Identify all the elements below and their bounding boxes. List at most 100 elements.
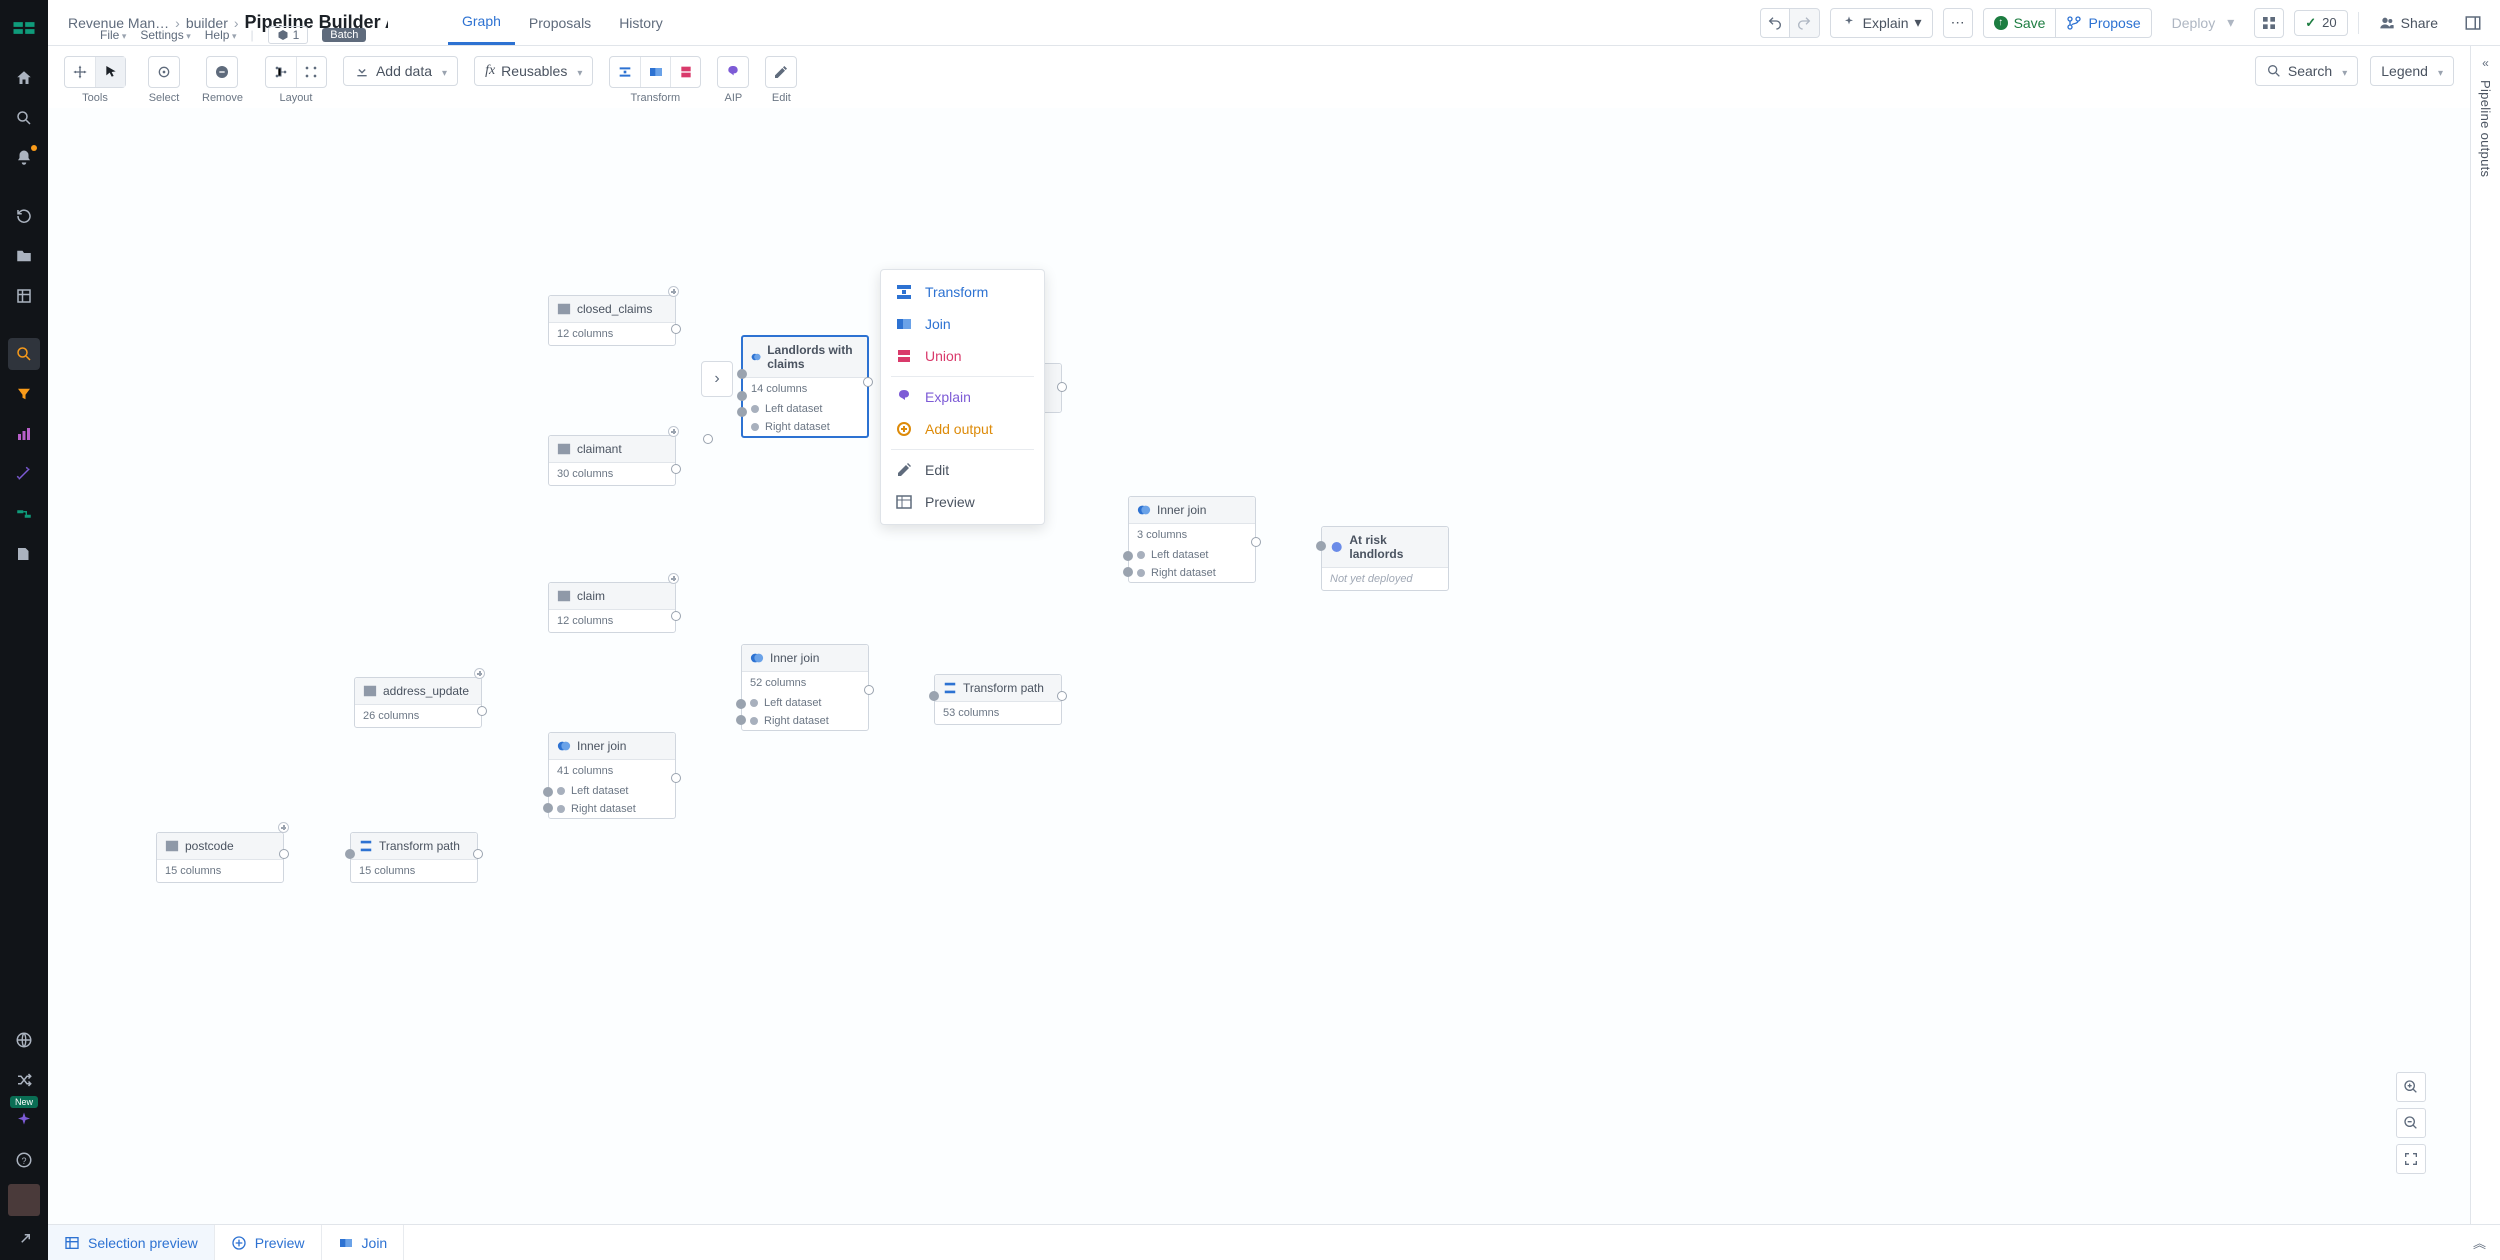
menu-file[interactable]: File xyxy=(100,28,126,42)
rail-folder-icon[interactable] xyxy=(8,240,40,272)
propose-button[interactable]: Propose xyxy=(2056,8,2151,38)
search-button[interactable]: Search xyxy=(2255,56,2358,86)
download-icon xyxy=(354,63,370,79)
bottom-tab-preview[interactable]: Preview xyxy=(215,1225,322,1260)
legend-button[interactable]: Legend xyxy=(2370,56,2454,86)
zoom-fit-button[interactable] xyxy=(2396,1144,2426,1174)
aip-button[interactable] xyxy=(718,57,748,87)
left-rail: New ? xyxy=(0,0,48,1260)
menu-edit[interactable]: Edit xyxy=(881,454,1044,486)
rail-home-icon[interactable] xyxy=(8,62,40,94)
rail-search-icon[interactable] xyxy=(8,102,40,134)
node-postcode[interactable]: postcode 15 columns xyxy=(156,832,284,883)
rail-history-icon[interactable] xyxy=(8,200,40,232)
tool-label-aip: AIP xyxy=(724,92,742,104)
bottom-tab-join[interactable]: Join xyxy=(322,1225,405,1260)
collapse-handle[interactable] xyxy=(668,573,679,584)
tool-remove[interactable] xyxy=(207,57,237,87)
rail-docs-icon[interactable] xyxy=(8,538,40,570)
collapse-handle[interactable] xyxy=(668,286,679,297)
node-at-risk-landlords[interactable]: At risk landlords Not yet deployed xyxy=(1321,526,1449,591)
search-icon xyxy=(2266,63,2282,79)
edit-button[interactable] xyxy=(766,57,796,87)
upload-icon: ↑ xyxy=(1994,16,2008,30)
batch-badge: Batch xyxy=(322,28,366,42)
deploy-button[interactable]: Deploy ▾ xyxy=(2162,8,2245,38)
grid-button[interactable] xyxy=(2254,8,2284,38)
tool-pan[interactable] xyxy=(65,57,95,87)
save-button[interactable]: ↑ Save xyxy=(1983,8,2057,38)
zoom-in-button[interactable] xyxy=(2396,1072,2426,1102)
tool-layout-grid[interactable] xyxy=(296,57,326,87)
rail-filter-icon[interactable] xyxy=(8,378,40,410)
check-icon: ✓ xyxy=(2305,15,2316,31)
redo-button[interactable] xyxy=(1790,8,1820,38)
rail-help-icon[interactable]: ? xyxy=(8,1144,40,1176)
rail-chart-icon[interactable] xyxy=(8,418,40,450)
share-button[interactable]: Share xyxy=(2369,8,2448,38)
rail-popout-icon[interactable] xyxy=(8,1224,40,1256)
tool-label-layout: Layout xyxy=(279,92,312,104)
transform-icon-button[interactable] xyxy=(610,57,640,87)
port[interactable] xyxy=(703,434,713,444)
rail-wand-icon[interactable] xyxy=(8,458,40,490)
rail-dataset-icon[interactable] xyxy=(8,280,40,312)
rail-avatar[interactable] xyxy=(8,1184,40,1216)
reusables-button[interactable]: fx Reusables xyxy=(474,56,593,86)
union-icon-button[interactable] xyxy=(670,57,700,87)
collapse-handle[interactable] xyxy=(474,668,485,679)
rail-notifications-icon[interactable] xyxy=(8,142,40,174)
canvas[interactable]: closed_claims 12 columns claimant 30 col… xyxy=(48,108,2470,1224)
node-address-update[interactable]: address_update 26 columns xyxy=(354,677,482,728)
explain-button[interactable]: Explain ▾ xyxy=(1830,8,1933,38)
menu-add-output[interactable]: Add output xyxy=(881,413,1044,445)
right-panel-label[interactable]: Pipeline outputs xyxy=(2478,80,2493,177)
menu-union[interactable]: Union xyxy=(881,340,1044,372)
join-icon-button[interactable] xyxy=(640,57,670,87)
tool-pointer[interactable] xyxy=(95,57,125,87)
node-transform-path-postcode[interactable]: Transform path 15 columns xyxy=(350,832,478,883)
undo-button[interactable] xyxy=(1760,8,1790,38)
tool-group-tools: Tools xyxy=(64,56,126,104)
checks-pill[interactable]: ✓ 20 xyxy=(2294,10,2347,36)
more-button[interactable]: ⋯ xyxy=(1943,8,1973,38)
panel-toggle-button[interactable] xyxy=(2458,8,2488,38)
tool-layout-tree[interactable] xyxy=(266,57,296,87)
node-inner-join-claim[interactable]: Inner join 52 columns Left dataset Right… xyxy=(741,644,869,731)
zoom-out-button[interactable] xyxy=(2396,1108,2426,1138)
menu-preview[interactable]: Preview xyxy=(881,486,1044,518)
edges xyxy=(48,108,348,258)
rail-shuffle-icon[interactable] xyxy=(8,1064,40,1096)
menu-settings[interactable]: Settings xyxy=(140,28,190,42)
tab-proposals[interactable]: Proposals xyxy=(515,0,605,45)
menu-join[interactable]: Join xyxy=(881,308,1044,340)
add-data-button[interactable]: Add data xyxy=(343,56,458,86)
node-landlords-with-claims[interactable]: Landlords with claims 14 columns Left da… xyxy=(741,335,869,438)
collapse-handle[interactable] xyxy=(668,426,679,437)
node-inner-join-addr[interactable]: Inner join 41 columns Left dataset Right… xyxy=(548,732,676,819)
node-closed-claims[interactable]: closed_claims 12 columns xyxy=(548,295,676,346)
expand-node-button[interactable]: › xyxy=(701,361,733,397)
tab-history[interactable]: History xyxy=(605,0,677,45)
menu-explain[interactable]: Explain xyxy=(881,381,1044,413)
collapse-handle[interactable] xyxy=(278,822,289,833)
rail-pipeline-icon[interactable] xyxy=(8,498,40,530)
menu-help[interactable]: Help xyxy=(205,28,237,42)
node-inner-join-top[interactable]: Inner join 3 columns Left dataset Right … xyxy=(1128,496,1256,583)
tool-label-remove: Remove xyxy=(202,92,243,104)
rail-globe-icon[interactable] xyxy=(8,1024,40,1056)
bottom-tab-selection-preview[interactable]: Selection preview xyxy=(48,1225,215,1260)
node-claim[interactable]: claim 12 columns xyxy=(548,582,676,633)
tool-target[interactable] xyxy=(149,57,179,87)
node-claimant[interactable]: claimant 30 columns xyxy=(548,435,676,486)
bottom-expand-button[interactable]: ︽ xyxy=(2459,1233,2500,1252)
context-menu: Transform Join Union Explain Add output … xyxy=(880,269,1045,525)
menu-transform[interactable]: Transform xyxy=(881,276,1044,308)
worker-count[interactable]: 1 xyxy=(268,26,309,44)
node-transform-path-53[interactable]: Transform path 53 columns xyxy=(934,674,1062,725)
rail-search-orange-icon[interactable] xyxy=(8,338,40,370)
app-logo[interactable] xyxy=(8,12,40,44)
rail-ai-icon[interactable] xyxy=(8,1104,40,1136)
tab-graph[interactable]: Graph xyxy=(448,0,515,45)
collapse-panel-icon[interactable]: « xyxy=(2482,56,2489,70)
